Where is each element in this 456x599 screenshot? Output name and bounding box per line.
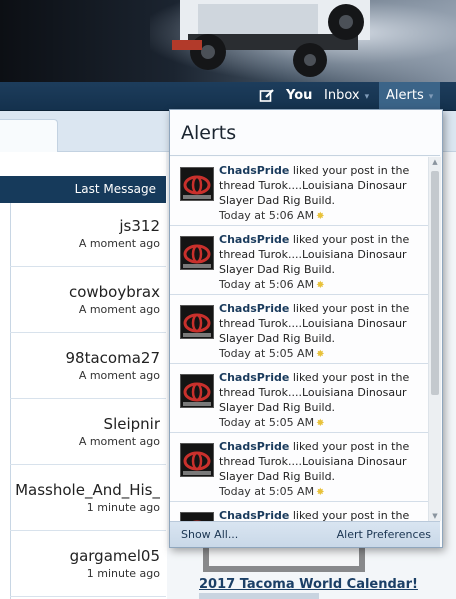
- last-message-user[interactable]: gargamel05: [10, 533, 160, 565]
- nav-alerts-label: Alerts: [386, 88, 424, 103]
- last-message-row: Sleipnir A moment ago: [10, 401, 166, 465]
- alert-text: ChadsPride liked your post in the thread…: [219, 370, 424, 431]
- star-icon: ✸: [316, 211, 325, 222]
- avatar[interactable]: [180, 443, 214, 477]
- star-icon: ✸: [316, 349, 325, 360]
- alert-text: ChadsPride liked your post in the thread…: [219, 232, 424, 293]
- alerts-list: ChadsPride liked your post in the thread…: [170, 157, 428, 521]
- last-message-time[interactable]: A moment ago: [10, 435, 160, 448]
- last-message-user[interactable]: Sleipnir: [10, 401, 160, 433]
- chevron-down-icon: ▾: [428, 92, 434, 102]
- banner-truck-image: [172, 0, 370, 77]
- star-icon: ✸: [316, 280, 325, 291]
- alerts-scrollbar[interactable]: ▲ ▼: [428, 157, 441, 521]
- avatar[interactable]: [180, 305, 214, 339]
- alert-preferences-link[interactable]: Alert Preferences: [337, 522, 431, 547]
- nav-you-link[interactable]: You: [286, 82, 312, 110]
- tab-active[interactable]: [0, 119, 58, 152]
- last-message-row: Masshole_And_His_ 1 minute ago: [10, 467, 166, 531]
- alert-item[interactable]: ChadsPride liked your post in the thread…: [170, 433, 428, 502]
- alert-text: ChadsPride liked your post in the thread: [219, 508, 424, 521]
- last-message-row: cowboybrax A moment ago: [10, 269, 166, 333]
- nav-inbox-label: Inbox: [324, 88, 360, 103]
- alert-text: ChadsPride liked your post in the thread…: [219, 301, 424, 362]
- scroll-thumb[interactable]: [431, 171, 439, 395]
- last-message-row: js312 A moment ago: [10, 203, 166, 267]
- avatar[interactable]: [180, 374, 214, 408]
- alerts-popup: Alerts ChadsPride liked your post in the…: [169, 109, 443, 548]
- last-message-time[interactable]: A moment ago: [10, 237, 160, 250]
- nav-inbox-link[interactable]: Inbox ▾: [324, 82, 369, 110]
- alert-item[interactable]: ChadsPride liked your post in the thread…: [170, 295, 428, 364]
- last-message-user[interactable]: 98tacoma27: [10, 335, 160, 367]
- last-message-user[interactable]: cowboybrax: [10, 269, 160, 301]
- last-message-time[interactable]: A moment ago: [10, 369, 160, 382]
- last-message-row: gargamel05 1 minute ago: [10, 533, 166, 597]
- alert-item[interactable]: ChadsPride liked your post in the thread…: [170, 226, 428, 295]
- avatar[interactable]: [180, 236, 214, 270]
- alert-time: Today at 5:05 AM: [219, 416, 315, 429]
- chevron-down-icon: ▾: [364, 92, 370, 102]
- header-banner: [0, 0, 456, 82]
- scroll-up-icon[interactable]: ▲: [429, 157, 441, 167]
- alert-user-link[interactable]: ChadsPride: [219, 509, 289, 521]
- last-message-time[interactable]: 1 minute ago: [10, 567, 160, 580]
- star-icon: ✸: [316, 418, 325, 429]
- alerts-title: Alerts: [170, 110, 440, 156]
- alerts-footer: Show All... Alert Preferences: [170, 521, 440, 547]
- alert-time: Today at 5:06 AM: [219, 209, 315, 222]
- star-icon: ✸: [316, 487, 325, 498]
- alert-time: Today at 5:05 AM: [219, 347, 315, 360]
- alert-user-link[interactable]: ChadsPride: [219, 302, 289, 315]
- alert-item[interactable]: ChadsPride liked your post in the thread: [170, 502, 428, 521]
- alert-item[interactable]: ChadsPride liked your post in the thread…: [170, 364, 428, 433]
- compose-icon[interactable]: [256, 82, 278, 110]
- alert-time: Today at 5:05 AM: [219, 485, 315, 498]
- show-all-link[interactable]: Show All...: [181, 522, 238, 547]
- calendar-subtext: [199, 593, 319, 599]
- last-message-time[interactable]: A moment ago: [10, 303, 160, 316]
- alert-user-link[interactable]: ChadsPride: [219, 233, 289, 246]
- top-nav: You Inbox ▾ Alerts ▾: [0, 82, 456, 111]
- last-message-header[interactable]: Last Message: [0, 176, 166, 203]
- alert-text: ChadsPride liked your post in the thread…: [219, 439, 424, 500]
- nav-alerts-link[interactable]: Alerts ▾: [379, 82, 440, 110]
- calendar-link[interactable]: 2017 Tacoma World Calendar!: [199, 577, 418, 592]
- last-message-user[interactable]: js312: [10, 203, 160, 235]
- alert-item[interactable]: ChadsPride liked your post in the thread…: [170, 157, 428, 226]
- alert-user-link[interactable]: ChadsPride: [219, 164, 289, 177]
- scroll-down-icon[interactable]: ▼: [429, 511, 441, 521]
- alert-user-link[interactable]: ChadsPride: [219, 440, 289, 453]
- last-message-row: 98tacoma27 A moment ago: [10, 335, 166, 399]
- alert-text: ChadsPride liked your post in the thread…: [219, 163, 424, 224]
- avatar[interactable]: [180, 167, 214, 201]
- alert-time: Today at 5:06 AM: [219, 278, 315, 291]
- avatar[interactable]: [180, 512, 214, 521]
- alert-user-link[interactable]: ChadsPride: [219, 371, 289, 384]
- last-message-user[interactable]: Masshole_And_His_: [10, 467, 160, 499]
- last-message-time[interactable]: 1 minute ago: [10, 501, 160, 514]
